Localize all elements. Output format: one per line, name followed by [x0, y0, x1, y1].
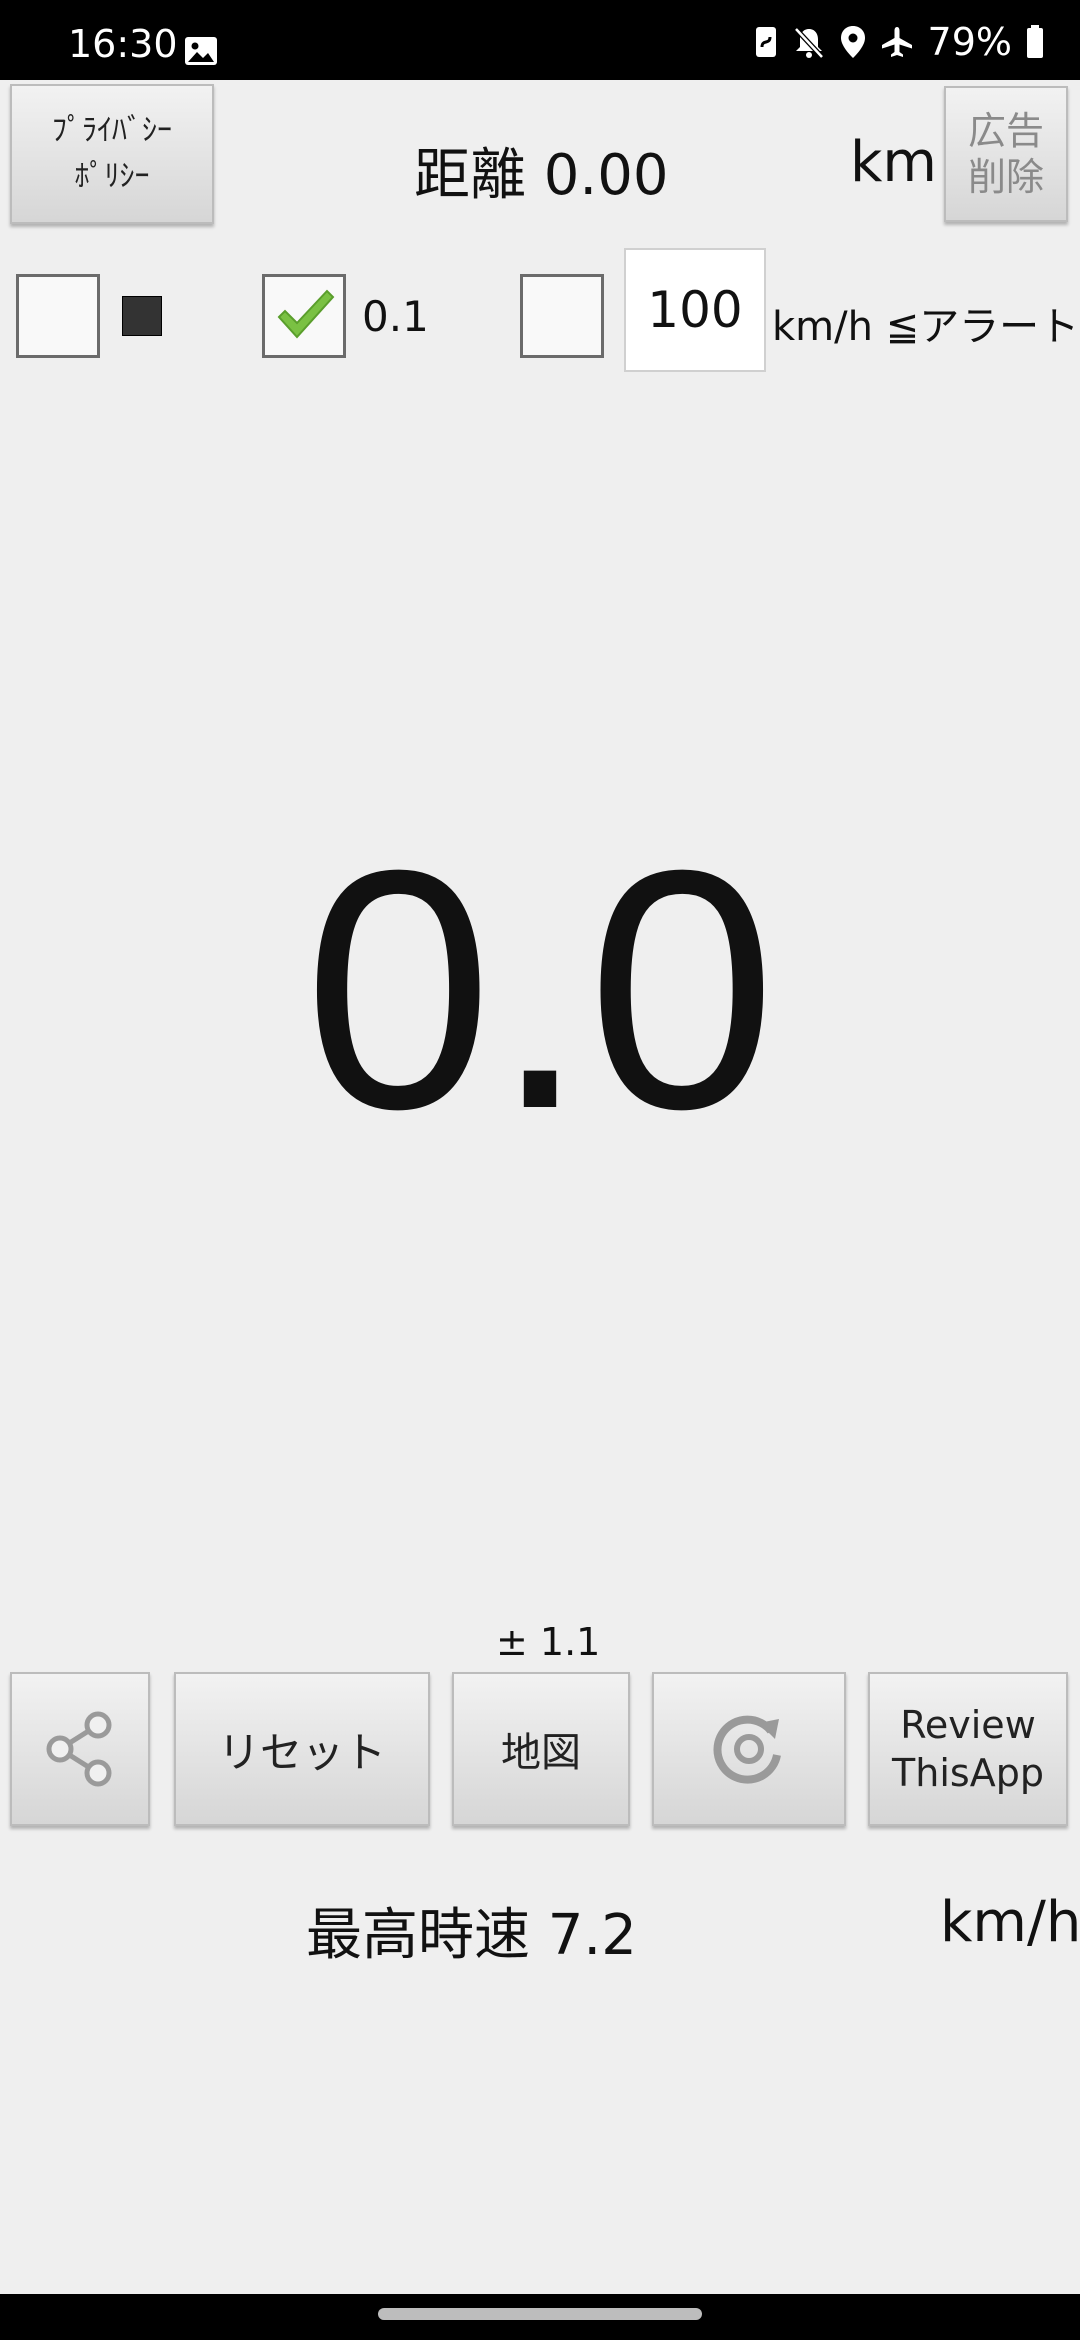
- map-button[interactable]: 地図: [452, 1672, 630, 1826]
- location-icon: [840, 26, 865, 58]
- status-icons: 79%: [754, 20, 1044, 64]
- privacy-policy-label-line2: ﾎﾟﾘｼｰ: [74, 159, 150, 194]
- current-speed: 0.0: [303, 800, 777, 1180]
- privacy-policy-button[interactable]: ﾌﾟﾗｲﾊﾞｼｰ ﾎﾟﾘｼｰ: [10, 84, 214, 224]
- interval-checkbox[interactable]: [262, 274, 346, 358]
- max-speed-readout: 最高時速 7.2: [306, 1903, 637, 1968]
- review-app-button[interactable]: Review ThisApp: [868, 1672, 1068, 1826]
- alert-label: km/h ≦アラート: [772, 304, 1080, 350]
- interval-value: 0.1: [362, 292, 429, 341]
- remove-ads-label-line2: 削除: [967, 155, 1044, 199]
- airplane-icon: [881, 27, 912, 57]
- rotate-screen-button[interactable]: [652, 1672, 846, 1826]
- review-label-line1: Review: [900, 1703, 1036, 1747]
- status-bar: 16:30 79%: [0, 0, 1080, 80]
- privacy-policy-label-line1: ﾌﾟﾗｲﾊﾞｼｰ: [52, 113, 172, 148]
- black-square-icon: [122, 296, 162, 336]
- rotate-icon: [713, 1715, 781, 1784]
- share-icon: [46, 1711, 112, 1787]
- dark-mode-checkbox[interactable]: [16, 274, 100, 358]
- gps-accuracy: ± 1.1: [496, 1620, 601, 1664]
- navigation-bar: [0, 2294, 1080, 2340]
- mute-icon: [793, 27, 824, 59]
- max-speed-unit: km/h: [940, 1890, 1080, 1955]
- gallery-icon: [185, 37, 217, 65]
- reset-button[interactable]: リセット: [174, 1672, 430, 1826]
- distance-unit: km: [850, 130, 937, 195]
- status-time: 16:30: [68, 22, 178, 66]
- home-indicator[interactable]: [378, 2308, 702, 2320]
- remove-ads-button[interactable]: 広告 削除: [944, 86, 1068, 222]
- share-button[interactable]: [10, 1672, 150, 1826]
- review-label-line2: ThisApp: [892, 1751, 1044, 1795]
- alert-speed-input[interactable]: [624, 248, 766, 372]
- battery-icon: [1027, 25, 1043, 58]
- speed-alert-checkbox[interactable]: [520, 274, 604, 358]
- remove-ads-label-line1: 広告: [967, 109, 1044, 153]
- distance-readout: 距離 0.00: [414, 143, 669, 208]
- checkmark-icon: [277, 289, 335, 339]
- battery-percentage: 79%: [927, 20, 1012, 64]
- nfc-icon: [755, 27, 776, 57]
